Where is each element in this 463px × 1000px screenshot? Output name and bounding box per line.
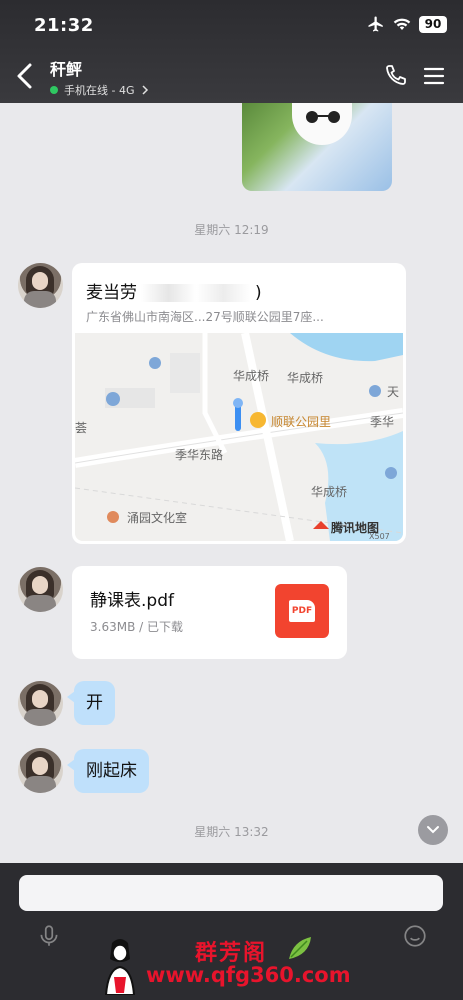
message-bubble[interactable]: 刚起床	[67, 749, 149, 793]
time-divider: 星期六 12:19	[194, 223, 269, 237]
bottom-bar: 群芳阁 www.qfg360.com	[0, 863, 463, 1000]
map-label: 季华	[370, 415, 395, 429]
back-button[interactable]	[14, 62, 36, 90]
menu-button[interactable]	[423, 66, 445, 86]
file-card[interactable]: 静课表.pdf 3.63MB / 已下载 PDF	[72, 566, 347, 659]
map-label: 华成桥	[233, 369, 270, 383]
map-graphic	[75, 333, 403, 541]
chat-title[interactable]: 秆鲆	[50, 56, 82, 80]
leaf-icon	[289, 937, 311, 959]
top-bar: 21:32 90 秆鲆 手机在线 - 4G	[0, 0, 463, 103]
watermark: 群芳阁 www.qfg360.com	[100, 933, 390, 995]
sticker-image[interactable]	[242, 103, 392, 191]
message-bubble[interactable]: 开	[67, 681, 115, 725]
file-meta: 3.63MB / 已下载	[90, 620, 183, 634]
location-title: 麦当劳)	[86, 283, 262, 303]
scroll-to-bottom-button[interactable]	[418, 815, 448, 845]
status-icons: 90	[367, 15, 447, 33]
map-label: X507	[369, 532, 390, 541]
chevron-down-icon	[427, 826, 439, 834]
location-map[interactable]: 华成桥 华成桥 顺联公园里 季华东路 季华 华成桥 涌园文化室 荟 天 腾讯地图…	[75, 333, 403, 541]
map-label: 天	[387, 385, 400, 399]
file-name: 静课表.pdf	[90, 591, 174, 611]
map-label: 华成桥	[311, 485, 348, 499]
map-label: 华成桥	[287, 371, 324, 385]
emoji-icon[interactable]	[402, 923, 428, 949]
watermark-url: www.qfg360.com	[146, 963, 351, 987]
pdf-file-icon: PDF	[275, 584, 329, 638]
avatar[interactable]	[18, 681, 63, 726]
chevron-right-icon	[141, 85, 148, 95]
microphone-icon[interactable]	[36, 923, 62, 949]
online-status[interactable]: 手机在线 - 4G	[50, 82, 149, 98]
map-label: 荟	[75, 421, 88, 435]
battery-indicator: 90	[419, 15, 447, 33]
airplane-icon	[368, 16, 383, 32]
map-label: 涌园文化室	[127, 511, 188, 525]
time-divider: 星期六 13:32	[194, 825, 269, 839]
location-address: 广东省佛山市南海区...27号顺联公园里7座...	[86, 310, 324, 324]
online-dot-icon	[50, 86, 58, 94]
phone-call-button[interactable]	[383, 64, 407, 88]
sticker-face	[292, 103, 352, 145]
map-label: 季华东路	[175, 448, 224, 462]
avatar[interactable]	[18, 748, 63, 793]
avatar[interactable]	[18, 567, 63, 612]
map-label: 顺联公园里	[271, 415, 332, 429]
status-time: 21:32	[34, 15, 94, 36]
sunglasses-icon	[306, 111, 340, 123]
avatar[interactable]	[18, 263, 63, 308]
watermark-figure-icon	[104, 939, 136, 995]
chat-area[interactable]: 星期六 12:19 麦当劳) 广东省佛山市南海区...27号顺联公园里7座...	[0, 103, 463, 863]
message-input[interactable]	[19, 875, 443, 911]
location-card[interactable]: 麦当劳) 广东省佛山市南海区...27号顺联公园里7座... 华成桥 华成桥 顺…	[72, 263, 406, 544]
wifi-icon	[393, 18, 411, 30]
online-status-text: 手机在线 - 4G	[64, 84, 135, 97]
